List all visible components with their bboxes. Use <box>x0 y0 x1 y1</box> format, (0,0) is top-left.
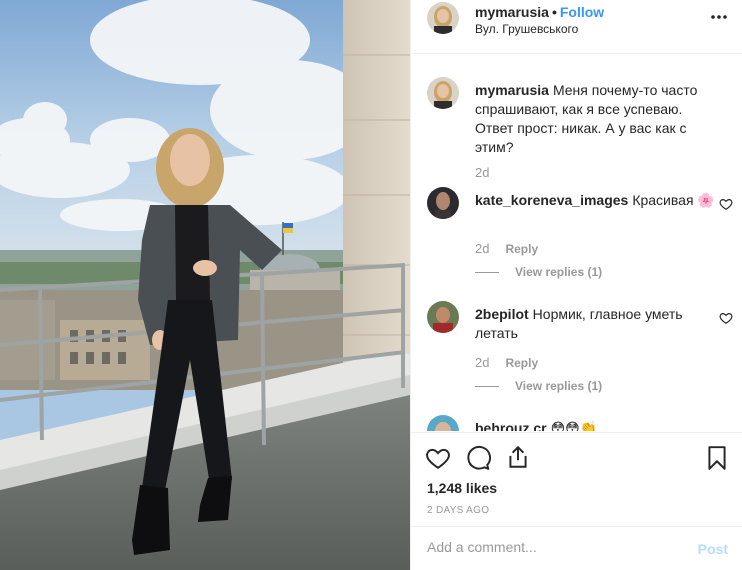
post-button[interactable]: Post <box>698 541 728 557</box>
view-replies-button[interactable]: View replies (1) <box>475 379 602 393</box>
heart-icon[interactable] <box>425 445 451 471</box>
caption-username[interactable]: mymarusia <box>475 82 549 98</box>
comment-username[interactable]: behrouz.cr <box>475 420 547 431</box>
caption-time[interactable]: 2d <box>475 165 489 180</box>
comment-text: Красивая 🌸 <box>632 192 715 208</box>
post-side-panel: mymarusia • Follow Вул. Грушевського mymar… <box>410 0 742 570</box>
view-replies-label: View replies (1) <box>515 379 603 393</box>
comment-username[interactable]: 2bepilot <box>475 306 529 322</box>
comment-icon[interactable] <box>465 445 491 471</box>
post-actions: 1,248 likes 2 DAYS AGO <box>411 432 742 524</box>
avatar[interactable] <box>427 301 459 333</box>
avatar[interactable] <box>427 2 459 34</box>
view-replies-label: View replies (1) <box>515 265 603 279</box>
header-username[interactable]: mymarusia <box>475 4 549 20</box>
heart-icon[interactable] <box>719 311 733 325</box>
add-comment-bar: Post <box>411 526 742 570</box>
more-icon[interactable] <box>710 8 728 26</box>
comment-input[interactable] <box>427 539 677 555</box>
post-header: mymarusia • Follow Вул. Грушевського <box>411 0 742 54</box>
share-icon[interactable] <box>505 444 531 470</box>
follow-button[interactable]: Follow <box>560 4 604 20</box>
avatar[interactable] <box>427 77 459 109</box>
reply-button[interactable]: Reply <box>505 356 538 370</box>
comments-list[interactable]: mymarusia Меня почему-то часто спрашивают… <box>411 55 742 431</box>
avatar[interactable] <box>427 415 459 431</box>
comment-text: 😳😳👏 <box>550 420 598 431</box>
replies-line <box>475 271 499 273</box>
header-separator-dot: • <box>551 4 557 20</box>
bookmark-icon[interactable] <box>704 445 730 471</box>
comment-time[interactable]: 2d <box>475 355 489 370</box>
replies-line <box>475 385 499 387</box>
reply-button[interactable]: Reply <box>505 242 538 256</box>
comment-time[interactable]: 2d <box>475 241 489 256</box>
avatar[interactable] <box>427 187 459 219</box>
view-replies-button[interactable]: View replies (1) <box>475 265 602 279</box>
location-link[interactable]: Вул. Грушевського <box>475 22 578 36</box>
post-photo[interactable] <box>0 0 410 570</box>
heart-icon[interactable] <box>719 197 733 211</box>
likes-count[interactable]: 1,248 likes <box>427 480 497 496</box>
post-timestamp[interactable]: 2 DAYS AGO <box>427 505 489 516</box>
comment-username[interactable]: kate_koreneva_images <box>475 192 628 208</box>
